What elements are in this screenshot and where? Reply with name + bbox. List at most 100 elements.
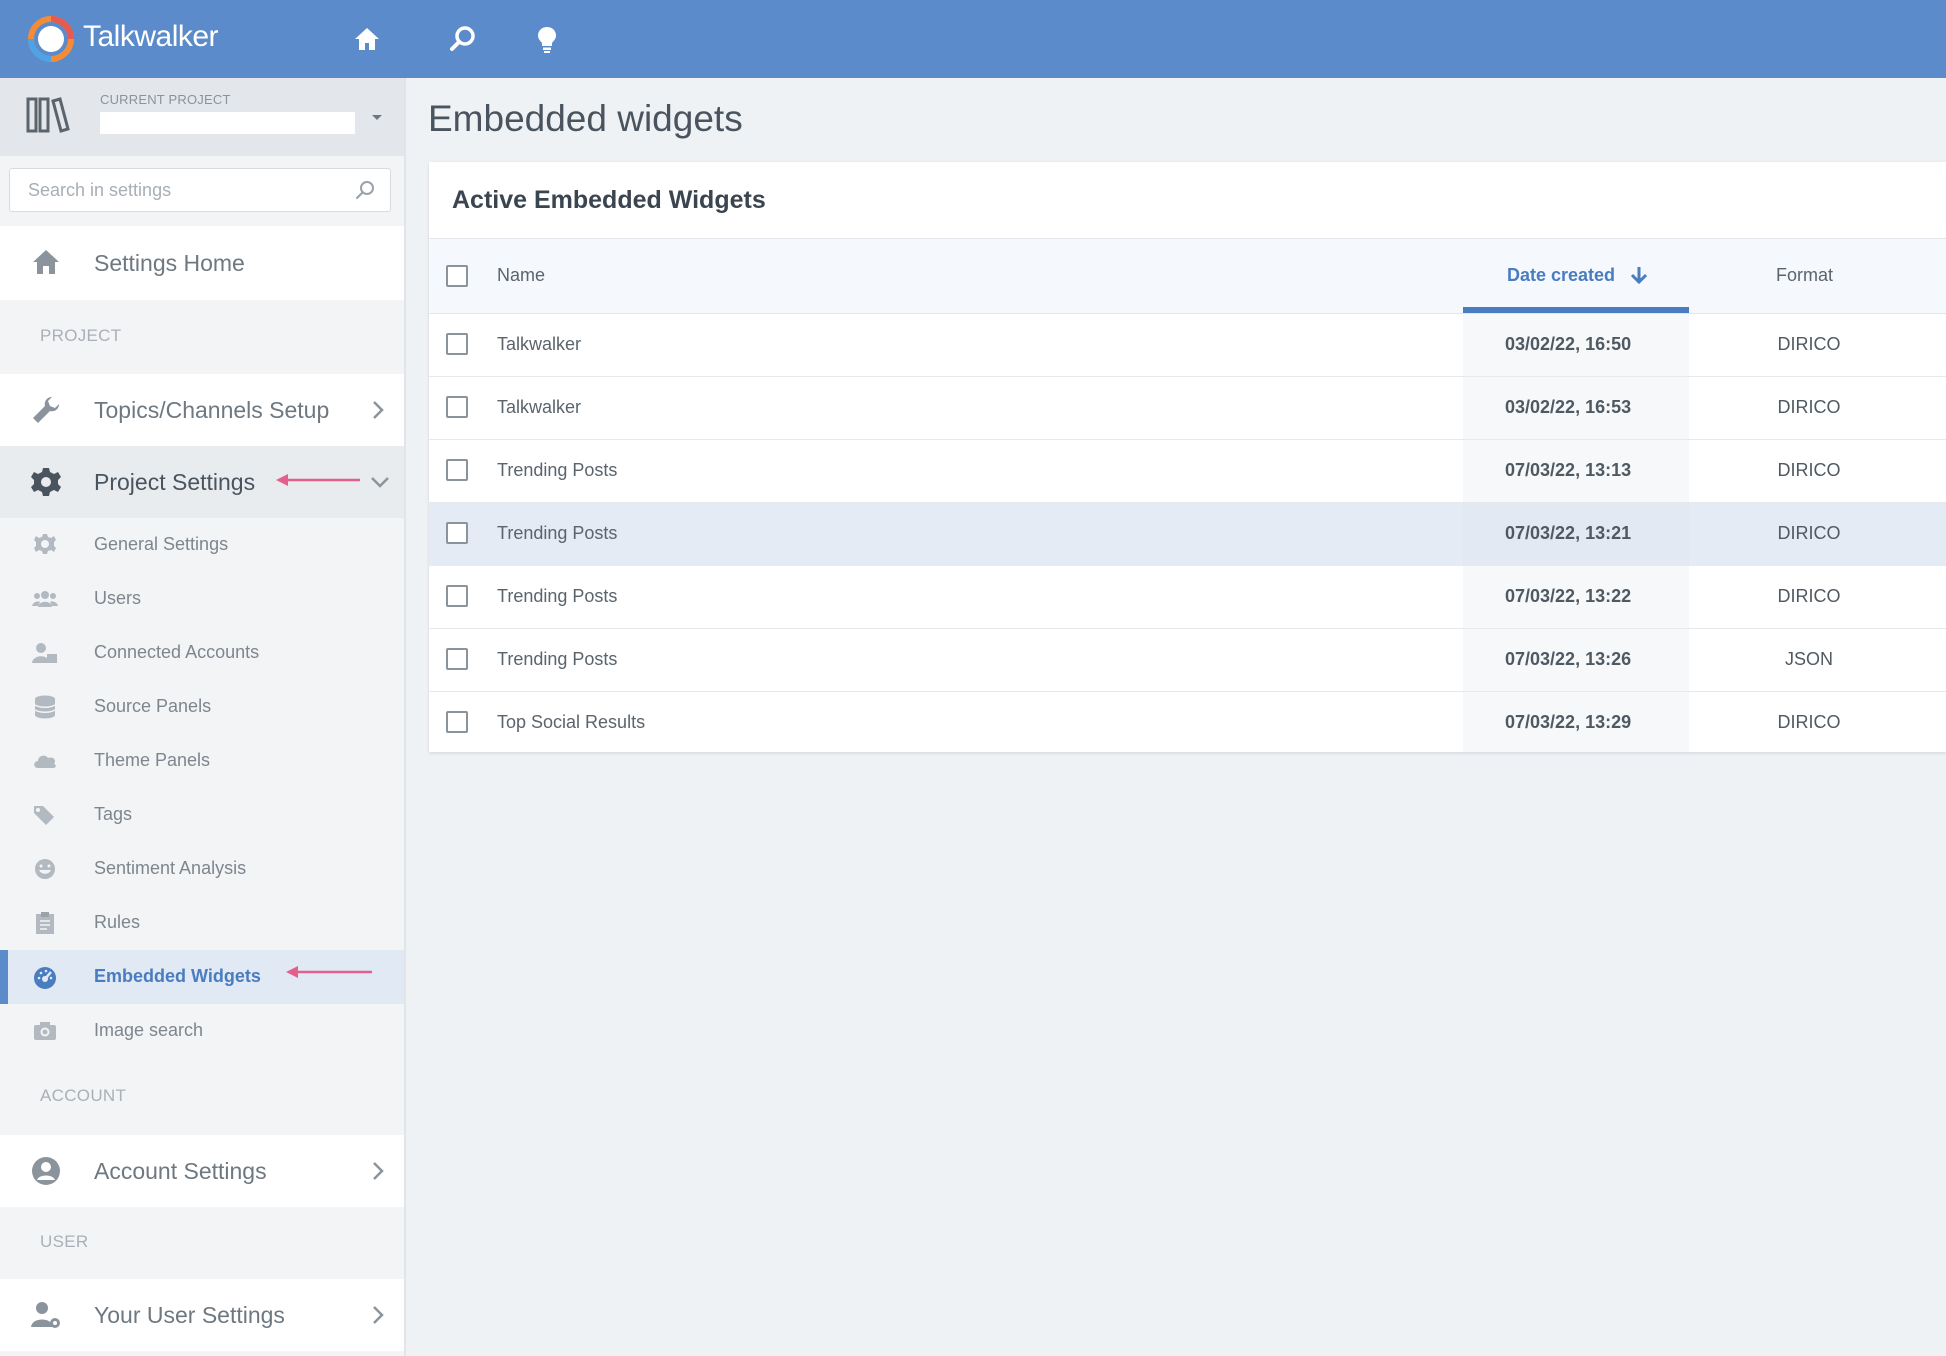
widget-format: DIRICO [1777,460,1841,480]
smiley-icon [32,857,58,881]
table-row[interactable]: Talkwalker 03/02/22, 16:53 DIRICO [429,377,1946,440]
sidebar-item-tags[interactable]: Tags [0,788,404,842]
row-checkbox[interactable] [446,711,468,733]
row-checkbox[interactable] [446,396,468,418]
settings-search-input[interactable] [10,169,340,211]
wrench-icon [33,396,60,423]
table-row[interactable]: Trending Posts 07/03/22, 13:21 DIRICO [429,503,1946,566]
sidebar-item-label: Users [94,588,142,608]
sidebar-item-theme-panels[interactable]: Theme Panels [0,734,404,788]
annotation-arrow [286,966,372,978]
chevron-right-icon [373,1306,384,1324]
sidebar-item-label: Embedded Widgets [94,966,261,986]
row-checkbox[interactable] [446,333,468,355]
widget-name: Talkwalker [497,334,738,355]
chevron-right-icon [373,1162,384,1180]
widget-name: Top Social Results [497,712,645,733]
connected-accounts-icon [32,641,58,665]
widget-name: Talkwalker [497,397,733,418]
widget-date-created: 07/03/22, 13:21 [1505,523,1632,543]
table-row[interactable]: Talkwalker 03/02/22, 16:50 DIRICO [429,314,1946,377]
widget-format: DIRICO [1777,523,1841,543]
sidebar-item-label: Source Panels [94,696,212,716]
widget-name-text: Talkwalker [497,397,582,417]
row-checkbox[interactable] [446,522,468,544]
annotation-arrow [276,474,360,486]
sidebar-item-label: Rules [94,912,141,932]
settings-sidebar: CURRENT PROJECT Settings Home PROJECT To… [0,78,406,1356]
home-icon[interactable] [352,24,382,54]
project-selector[interactable]: CURRENT PROJECT [0,78,404,156]
widget-date-created: 03/02/22, 16:50 [1505,334,1632,354]
column-header-label: Date created [1507,265,1616,285]
cloud-icon [32,749,58,773]
user-circle-icon [32,1157,60,1185]
column-header-format[interactable]: Format [1776,265,1833,286]
sidebar-item-users[interactable]: Users [0,572,404,626]
sidebar-item-label: Sentiment Analysis [94,858,247,878]
sidebar-item-rules[interactable]: Rules [0,896,404,950]
gear-icon [31,468,61,496]
brand-name[interactable]: Talkwalker [83,20,219,54]
search-icon[interactable] [354,179,376,201]
widget-name-text: Trending Posts [497,649,618,669]
sidebar-item-label: Theme Panels [94,750,211,770]
widget-name-text: Talkwalker [497,334,582,354]
widget-format: DIRICO [1777,397,1841,417]
widget-name-text: Top Social Results [497,712,646,732]
column-header-date-created[interactable]: Date created [1463,239,1689,313]
clipboard-icon [32,911,58,935]
widget-date-created: 03/02/22, 16:53 [1505,397,1632,417]
row-checkbox[interactable] [446,459,468,481]
sidebar-item-general-settings[interactable]: General Settings [0,518,404,572]
talkwalker-logo-icon[interactable] [26,14,76,64]
widget-name-text: Trending Posts [497,523,618,543]
home-icon [33,250,59,274]
sidebar-item-label: General Settings [94,534,229,554]
settings-search[interactable] [9,168,391,212]
table-header: Name Date created Format [429,238,1946,314]
widget-name-text: Trending Posts [497,586,618,606]
widget-date-created: 07/03/22, 13:22 [1505,586,1632,606]
select-all-checkbox[interactable] [446,265,468,287]
widget-date-created: 07/03/22, 13:29 [1505,712,1632,732]
sidebar-item-topics-channels-setup[interactable]: Topics/Channels Setup [0,374,404,446]
books-icon [26,97,70,133]
sidebar-item-settings-home[interactable]: Settings Home [0,226,404,300]
sidebar-item-account-settings[interactable]: Account Settings [0,1135,404,1207]
sidebar-item-label: Project Settings [94,469,256,495]
sidebar-item-your-user-settings[interactable]: Your User Settings [0,1279,404,1351]
section-label-account: ACCOUNT [40,1086,127,1105]
users-icon [32,587,58,611]
row-checkbox[interactable] [446,585,468,607]
project-name [100,112,355,134]
chevron-down-icon [371,477,389,488]
table-row[interactable]: Trending Posts 07/03/22, 13:22 DIRICO [429,566,1946,629]
table-row[interactable]: Top Social Results 07/03/22, 13:29 DIRICO [429,692,1946,755]
dashboard-icon [32,965,58,989]
widget-name: Trending Posts [497,460,617,481]
widget-name-text: Trending Posts [497,460,618,480]
search-icon[interactable] [448,24,478,54]
gear-icon [32,533,58,557]
sidebar-item-source-panels[interactable]: Source Panels [0,680,404,734]
sidebar-item-label: Tags [94,804,133,824]
sidebar-item-label: Your User Settings [94,1302,285,1328]
widget-format: DIRICO [1777,712,1841,732]
lightbulb-icon[interactable] [532,24,562,54]
section-label-project: PROJECT [40,326,122,345]
row-checkbox[interactable] [446,648,468,670]
table-row[interactable]: Trending Posts 07/03/22, 13:13 DIRICO [429,440,1946,503]
sidebar-item-label: Image search [94,1020,204,1040]
sidebar-item-image-search[interactable]: Image search [0,1004,404,1058]
sidebar-item-label: Account Settings [94,1158,267,1184]
card-title: Active Embedded Widgets [452,186,766,214]
sidebar-item-connected-accounts[interactable]: Connected Accounts [0,626,404,680]
widget-format: JSON [1784,649,1833,669]
redacted-text [587,337,738,354]
column-header-name[interactable]: Name [497,265,545,286]
sidebar-item-label: Settings Home [94,250,245,276]
table-row[interactable]: Trending Posts 07/03/22, 13:26 JSON [429,629,1946,692]
caret-down-icon[interactable] [370,110,384,124]
sidebar-item-sentiment-analysis[interactable]: Sentiment Analysis [0,842,404,896]
